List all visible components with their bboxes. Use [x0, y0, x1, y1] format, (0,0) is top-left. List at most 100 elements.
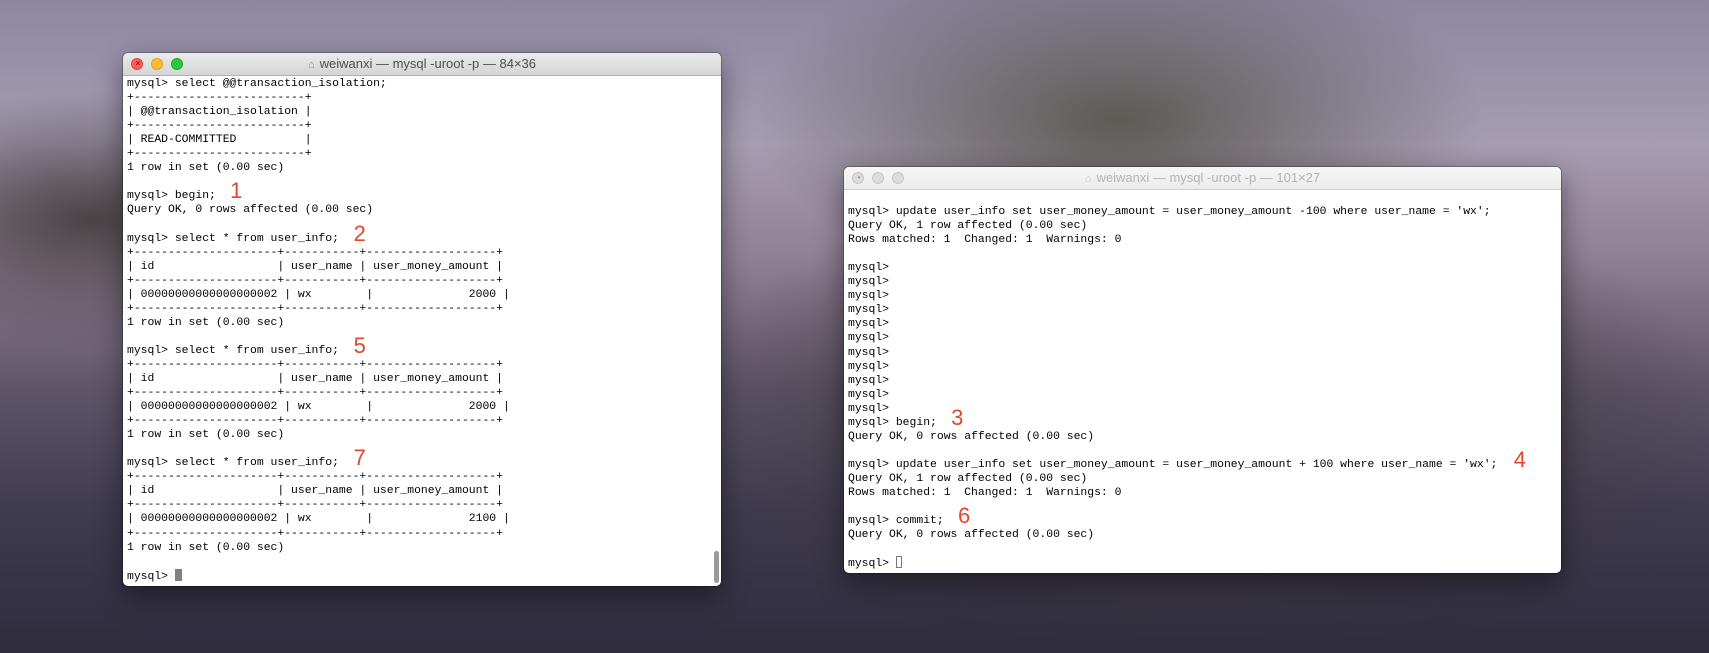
home-icon: ⌂ — [1084, 173, 1092, 185]
terminal-line-text: mysql> — [848, 318, 890, 331]
terminal-line: | @@transaction_isolation | — [127, 105, 721, 119]
terminal-line: mysql> — [848, 331, 1561, 345]
terminal-line: mysql> update user_info set user_money_a… — [848, 205, 1561, 219]
terminal-line-text: +-------------------------+ — [127, 148, 312, 161]
terminal-line-text: Query OK, 0 rows affected (0.00 sec) — [127, 204, 374, 217]
terminal-line: 1 row in set (0.00 sec) — [127, 161, 721, 175]
terminal-line: mysql> begin; 1 — [127, 180, 721, 203]
terminal-line: +---------------------+-----------+-----… — [127, 358, 721, 372]
terminal-line-text: +---------------------+-----------+-----… — [127, 358, 503, 371]
terminal-line-text: mysql> select @@transaction_isolation; — [127, 78, 387, 90]
terminal-line-text: mysql> — [848, 388, 890, 401]
terminal-line: +-------------------------+ — [127, 91, 721, 105]
terminal-line: Rows matched: 1 Changed: 1 Warnings: 0 — [848, 233, 1561, 247]
terminal-line: +---------------------+-----------+-----… — [127, 527, 721, 541]
terminal-line-text: | READ-COMMITTED | — [127, 134, 312, 147]
terminal-line: | id | user_name | user_money_amount | — [127, 484, 721, 498]
terminal-line: mysql> — [848, 289, 1561, 303]
terminal-line-text: mysql> — [127, 570, 175, 583]
terminal-line-text: +---------------------+-----------+-----… — [127, 471, 503, 484]
terminal-line: mysql> — [848, 275, 1561, 289]
terminal-line: mysql> commit; 6 — [848, 505, 1561, 528]
terminal-line-text: Query OK, 0 rows affected (0.00 sec) — [848, 529, 1095, 542]
terminal-window-right[interactable]: • ⌂ weiwanxi — mysql -uroot -p — 101×27 m… — [844, 167, 1561, 573]
terminal-line-text: mysql> update user_info set user_money_a… — [848, 206, 1491, 219]
terminal-line: Query OK, 1 row affected (0.00 sec) — [848, 219, 1561, 233]
titlebar[interactable]: × ⌂ weiwanxi — mysql -uroot -p — 84×36 — [123, 53, 721, 76]
terminal-output[interactable]: mysql> update user_info set user_money_a… — [844, 190, 1561, 573]
terminal-line-text: Rows matched: 1 Changed: 1 Warnings: 0 — [848, 486, 1122, 499]
terminal-line: Rows matched: 1 Changed: 1 Warnings: 0 — [848, 486, 1561, 500]
terminal-line-text: +-------------------------+ — [127, 92, 312, 105]
step-annotation: 5 — [353, 332, 366, 358]
terminal-line-text: | 00000000000000000002 | wx | 2100 | — [127, 513, 510, 526]
terminal-line-text: mysql> select * from user_info; — [127, 457, 339, 470]
terminal-line-text: +---------------------+-----------+-----… — [127, 302, 503, 315]
step-annotation: 2 — [353, 220, 366, 246]
terminal-line-text: 1 row in set (0.00 sec) — [127, 162, 285, 175]
terminal-line-text: +---------------------+-----------+-----… — [127, 387, 503, 400]
terminal-line: mysql> select * from user_info; 5 — [127, 334, 721, 358]
terminal-line-text: Query OK, 1 row affected (0.00 sec) — [848, 472, 1088, 485]
terminal-line: +---------------------+-----------+-----… — [127, 246, 721, 260]
step-annotation: 3 — [951, 404, 964, 430]
terminal-line: +-------------------------+ — [127, 147, 721, 161]
terminal-output[interactable]: mysql> select @@transaction_isolation; +-… — [123, 76, 721, 586]
terminal-line-text: | 00000000000000000002 | wx | 2000 | — [127, 401, 510, 414]
terminal-line-text: 1 row in set (0.00 sec) — [127, 541, 285, 554]
terminal-line-text: mysql> — [848, 374, 890, 387]
terminal-line: mysql> select @@transaction_isolation; — [127, 77, 721, 91]
terminal-line: +---------------------+-----------+-----… — [127, 414, 721, 428]
terminal-line-text: | 00000000000000000002 | wx | 2000 | — [127, 288, 510, 301]
titlebar[interactable]: • ⌂ weiwanxi — mysql -uroot -p — 101×27 — [844, 167, 1561, 190]
terminal-line: mysql> — [848, 374, 1561, 388]
terminal-line: +---------------------+-----------+-----… — [127, 498, 721, 512]
terminal-line: | 00000000000000000002 | wx | 2100 | — [127, 512, 721, 526]
terminal-line-text: mysql> — [848, 346, 890, 359]
terminal-line: mysql> — [848, 346, 1561, 360]
step-annotation: 1 — [230, 178, 243, 204]
terminal-line-text: mysql> — [848, 290, 890, 303]
terminal-line: 1 row in set (0.00 sec) — [127, 316, 721, 330]
terminal-line: +---------------------+-----------+-----… — [127, 386, 721, 400]
terminal-line: mysql> — [127, 568, 721, 583]
terminal-line: mysql> select * from user_info; 7 — [127, 447, 721, 470]
terminal-line-text: +---------------------+-----------+-----… — [127, 246, 503, 259]
scrollbar[interactable] — [714, 551, 719, 583]
terminal-line-text: mysql> begin; — [848, 416, 937, 429]
terminal-line: +-------------------------+ — [127, 119, 721, 133]
window-title-text: weiwanxi — mysql -uroot -p — 101×27 — [1096, 170, 1321, 185]
terminal-line-text: mysql> — [848, 360, 890, 373]
terminal-line: mysql> — [848, 261, 1561, 275]
terminal-window-left[interactable]: × ⌂ weiwanxi — mysql -uroot -p — 84×36 my… — [123, 53, 721, 586]
terminal-line: | READ-COMMITTED | — [127, 133, 721, 147]
terminal-line-text: mysql> — [848, 262, 890, 275]
terminal-line-text: mysql> — [848, 402, 890, 415]
terminal-line: 1 row in set (0.00 sec) — [127, 541, 721, 555]
terminal-line-text: mysql> — [848, 558, 896, 571]
step-annotation: 4 — [1513, 446, 1526, 472]
terminal-line: | id | user_name | user_money_amount | — [127, 260, 721, 274]
terminal-line-text: 1 row in set (0.00 sec) — [127, 316, 285, 329]
step-annotation: 6 — [958, 503, 971, 529]
terminal-line-text: Query OK, 0 rows affected (0.00 sec) — [848, 430, 1095, 443]
terminal-line-text: +---------------------+-----------+-----… — [127, 499, 503, 512]
window-title: ⌂ weiwanxi — mysql -uroot -p — 84×36 — [123, 53, 721, 75]
terminal-line: Query OK, 0 rows affected (0.00 sec) — [127, 203, 721, 217]
terminal-line: mysql> — [848, 317, 1561, 331]
terminal-line-text: mysql> — [848, 276, 890, 289]
text-cursor — [895, 556, 902, 569]
terminal-line: Query OK, 0 rows affected (0.00 sec) — [848, 528, 1561, 542]
terminal-line-text: | id | user_name | user_money_amount | — [127, 260, 503, 273]
terminal-line-text: mysql> select * from user_info; — [127, 344, 339, 357]
terminal-line: | 00000000000000000002 | wx | 2000 | — [127, 400, 721, 414]
